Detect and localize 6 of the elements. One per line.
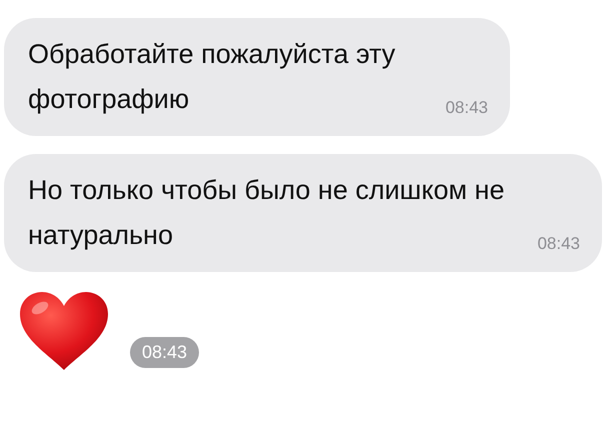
timestamp: 08:43 — [445, 98, 488, 119]
timestamp: 08:43 — [130, 337, 200, 368]
timestamp: 08:43 — [537, 234, 580, 255]
heart-icon — [18, 290, 110, 372]
message-text: Но только чтобы было не слишком не натурально — [28, 174, 506, 252]
message-text: Обработайте пожалуйста эту фотографию — [28, 38, 396, 116]
